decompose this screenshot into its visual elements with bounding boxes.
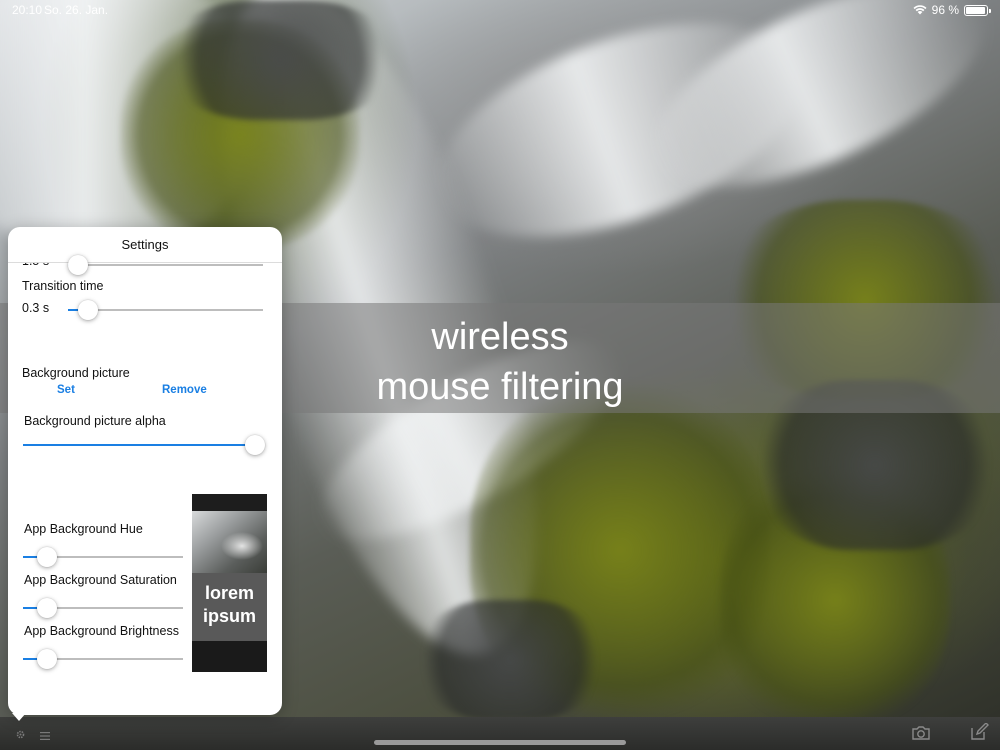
slider-thumb[interactable]	[37, 649, 57, 669]
caption-text: wireless mouse filtering	[376, 316, 624, 408]
set-picture-button[interactable]: Set	[57, 384, 75, 396]
brightness-slider[interactable]	[23, 649, 183, 669]
settings-title: Settings	[8, 227, 282, 263]
slider-thumb[interactable]	[245, 435, 265, 455]
battery-icon	[964, 4, 991, 16]
status-indicators: 96 %	[913, 3, 991, 17]
slider-thumb[interactable]	[78, 300, 98, 320]
saturation-slider[interactable]	[23, 598, 183, 618]
slider-thumb[interactable]	[37, 547, 57, 567]
status-date: So. 26. Jan.	[44, 3, 109, 17]
transition-time-slider[interactable]	[68, 300, 263, 320]
hue-slider[interactable]	[23, 547, 183, 567]
background-alpha-slider[interactable]	[23, 435, 265, 455]
saturation-label: App Background Saturation	[24, 573, 177, 587]
popover-arrow	[12, 713, 26, 721]
list-icon[interactable]	[40, 728, 50, 746]
bottom-toolbar	[0, 717, 1000, 750]
transition-time-label: Transition time	[22, 279, 104, 293]
camera-icon[interactable]	[911, 725, 931, 746]
slider-thumb[interactable]	[68, 255, 88, 275]
hue-label: App Background Hue	[24, 522, 143, 536]
home-indicator	[374, 740, 626, 745]
settings-popover: Settings 1.5 s Transition time 0.3 s Bac…	[8, 227, 282, 715]
remove-picture-button[interactable]: Remove	[162, 384, 207, 396]
wifi-icon	[913, 5, 927, 15]
battery-percent: 96 %	[931, 3, 959, 17]
preview-picture	[192, 511, 267, 573]
top-partial-slider[interactable]	[68, 255, 263, 275]
slider-thumb[interactable]	[37, 598, 57, 618]
background-alpha-label: Background picture alpha	[24, 414, 166, 428]
gear-icon[interactable]	[15, 727, 26, 745]
background-picture-label: Background picture	[22, 366, 130, 380]
appearance-preview: lorem ipsum	[192, 494, 267, 672]
brightness-label: App Background Brightness	[24, 624, 179, 638]
status-bar: 20:10 So. 26. Jan. 96 %	[0, 0, 1000, 20]
status-time: 20:10	[12, 3, 43, 17]
transition-time-value: 0.3 s	[22, 301, 50, 315]
compose-icon[interactable]	[969, 722, 989, 746]
preview-text: lorem ipsum	[202, 583, 256, 626]
